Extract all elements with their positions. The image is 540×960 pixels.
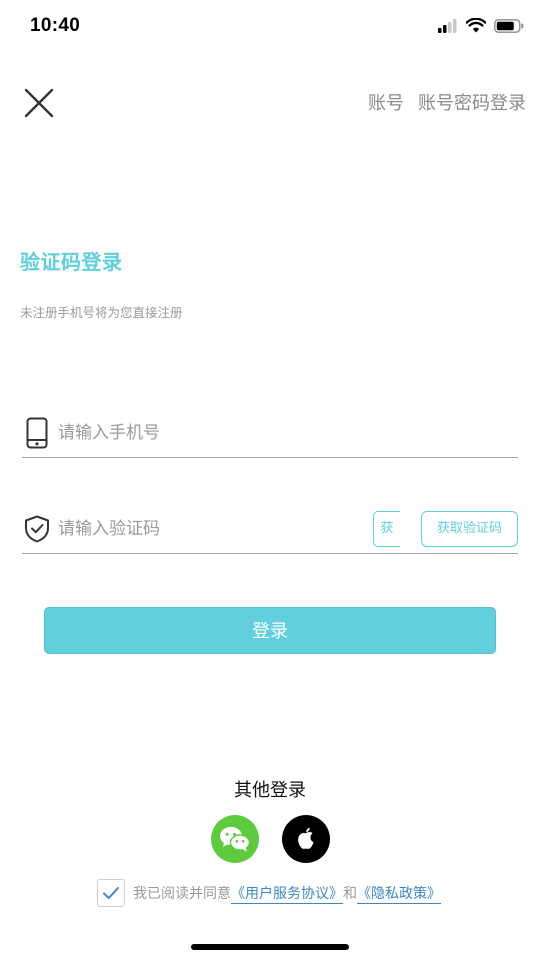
phone-input[interactable] bbox=[58, 415, 518, 451]
code-field-icon bbox=[22, 513, 52, 545]
apple-icon bbox=[298, 827, 314, 849]
code-field-row: 获 获取验证码 bbox=[22, 505, 518, 554]
signal-icon bbox=[438, 18, 457, 33]
shield-check-icon bbox=[25, 515, 49, 543]
agreement-and-text: 和 bbox=[343, 886, 357, 902]
wechat-icon bbox=[220, 827, 251, 852]
page-title: 验证码登录 bbox=[20, 250, 123, 274]
close-icon bbox=[24, 88, 54, 118]
battery-icon bbox=[494, 18, 524, 33]
phone-field-row bbox=[22, 409, 518, 458]
wifi-icon bbox=[466, 18, 486, 33]
checkmark-icon bbox=[103, 887, 119, 899]
password-login-link[interactable]: 账号密码登录 bbox=[418, 89, 526, 115]
status-icons bbox=[438, 18, 524, 33]
status-time: 10:40 bbox=[30, 15, 81, 36]
wechat-login-button[interactable] bbox=[211, 815, 259, 863]
close-button[interactable] bbox=[22, 86, 56, 120]
phone-icon bbox=[26, 417, 48, 449]
login-screen: 10:40 账号 账号密码登录 验证码登录 未注册手机号将为您直接注册 请输入手… bbox=[0, 0, 540, 960]
phone-field-icon bbox=[22, 417, 52, 449]
home-indicator[interactable] bbox=[191, 944, 349, 950]
login-button[interactable]: 登录 bbox=[44, 607, 496, 654]
status-bar: 10:40 bbox=[0, 0, 540, 54]
apple-login-button[interactable] bbox=[282, 815, 330, 863]
other-login-title: 其他登录 bbox=[234, 780, 306, 801]
page-subtitle: 未注册手机号将为您直接注册 bbox=[20, 305, 183, 320]
get-code-button[interactable]: 获取验证码 bbox=[421, 511, 518, 547]
agreement-text: 我已阅读并同意 bbox=[133, 886, 231, 902]
header-links: 账号 账号密码登录 bbox=[368, 89, 526, 115]
user-agreement-link[interactable]: 《用户服务协议》 bbox=[231, 883, 343, 904]
privacy-policy-link[interactable]: 《隐私政策》 bbox=[357, 883, 441, 904]
agreement-row: 我已阅读并同意 《用户服务协议》 和 《隐私政策》 bbox=[97, 879, 441, 907]
get-code-button-partial[interactable]: 获 bbox=[373, 511, 400, 547]
account-login-link[interactable]: 账号 bbox=[368, 89, 404, 115]
agreement-checkbox[interactable] bbox=[97, 879, 125, 907]
